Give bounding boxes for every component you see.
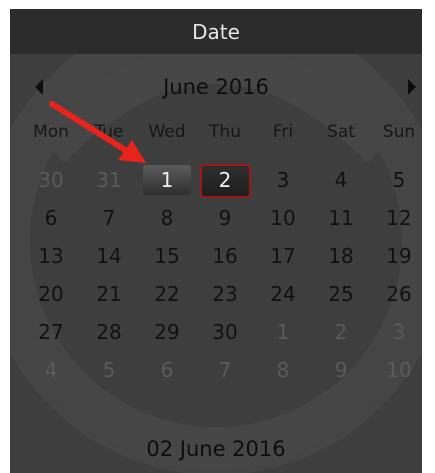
- day-number: 16: [212, 244, 238, 268]
- day-cell[interactable]: 21: [80, 275, 138, 313]
- day-number: 6: [44, 206, 58, 230]
- weekday-label: Wed: [148, 122, 186, 142]
- day-cell[interactable]: 23: [196, 275, 254, 313]
- day-cell[interactable]: 31: [80, 161, 138, 199]
- day-number: 15: [154, 244, 180, 268]
- day-cell[interactable]: 29: [138, 313, 196, 351]
- day-number: 26: [386, 282, 412, 306]
- day-cell[interactable]: 25: [312, 275, 370, 313]
- day-cell[interactable]: 6: [22, 199, 80, 237]
- selected-date-label: 02 June 2016: [146, 437, 286, 461]
- day-cell[interactable]: 15: [138, 237, 196, 275]
- day-number: 19: [386, 244, 412, 268]
- day-number: 18: [328, 244, 354, 268]
- dialog-title: Date: [10, 9, 422, 54]
- day-cell[interactable]: 9: [196, 199, 254, 237]
- day-cell[interactable]: 11: [312, 199, 370, 237]
- day-number: 10: [270, 206, 296, 230]
- weekday-label: Sun: [382, 122, 416, 142]
- day-cell[interactable]: 5: [80, 351, 138, 389]
- day-number: 7: [218, 358, 232, 382]
- day-cell[interactable]: 19: [370, 237, 422, 275]
- day-number: 1: [160, 168, 174, 192]
- day-cell[interactable]: 5: [370, 161, 422, 199]
- day-number: 17: [270, 244, 296, 268]
- day-number: 13: [38, 244, 64, 268]
- day-number: 22: [154, 282, 180, 306]
- day-cell[interactable]: 4: [312, 161, 370, 199]
- day-number: 12: [386, 206, 412, 230]
- day-cell[interactable]: 12: [370, 199, 422, 237]
- day-cell[interactable]: 22: [138, 275, 196, 313]
- day-cell[interactable]: 8: [138, 199, 196, 237]
- day-number: 6: [160, 358, 174, 382]
- weekday-label: Mon: [33, 122, 69, 142]
- triangle-right-icon[interactable]: [408, 79, 416, 95]
- day-number: 9: [334, 358, 348, 382]
- date-picker-dialog: Date June 2016 Mon Tue Wed Thu Fri Sat S…: [10, 9, 422, 473]
- day-cell[interactable]: 18: [312, 237, 370, 275]
- day-cell[interactable]: 10: [254, 199, 312, 237]
- day-cell[interactable]: 13: [22, 237, 80, 275]
- day-cell[interactable]: 7: [80, 199, 138, 237]
- day-cell[interactable]: 2: [312, 313, 370, 351]
- day-number: 21: [96, 282, 122, 306]
- day-number: 7: [102, 206, 116, 230]
- day-number: 28: [96, 320, 122, 344]
- day-cell[interactable]: 14: [80, 237, 138, 275]
- selected-day-cell[interactable]: 2: [196, 161, 254, 199]
- weekday-header: Mon Tue Wed Thu Fri Sat Sun: [22, 116, 422, 148]
- day-number: 4: [44, 358, 58, 382]
- day-number: 25: [328, 282, 354, 306]
- day-number: 30: [38, 168, 64, 192]
- day-number: 5: [392, 168, 406, 192]
- day-cell[interactable]: 24: [254, 275, 312, 313]
- day-number: 29: [154, 320, 180, 344]
- day-number: 8: [276, 358, 290, 382]
- day-cell[interactable]: 9: [312, 351, 370, 389]
- day-cell[interactable]: 3: [370, 313, 422, 351]
- day-cell[interactable]: 16: [196, 237, 254, 275]
- day-cell[interactable]: 28: [80, 313, 138, 351]
- day-number: 2: [218, 168, 232, 192]
- day-cell[interactable]: 30: [196, 313, 254, 351]
- day-number: 31: [96, 168, 122, 192]
- day-cell[interactable]: 10: [370, 351, 422, 389]
- day-cell[interactable]: 4: [22, 351, 80, 389]
- day-number: 1: [276, 320, 290, 344]
- weekday-label: Sat: [327, 122, 355, 142]
- day-cell[interactable]: 17: [254, 237, 312, 275]
- day-cell[interactable]: 6: [138, 351, 196, 389]
- day-cell[interactable]: 30: [22, 161, 80, 199]
- weekday-label: Fri: [272, 122, 294, 142]
- weekday-label: Tue: [94, 122, 124, 142]
- day-cell[interactable]: 3: [254, 161, 312, 199]
- day-number: 14: [96, 244, 122, 268]
- day-grid: 30 31 1 2 3 4 5 6 7 8 9 10 11 12 13 14 15 16 17 18 19 20 21 22 2…: [22, 161, 422, 389]
- day-number: 23: [212, 282, 238, 306]
- day-number: 24: [270, 282, 296, 306]
- month-label[interactable]: June 2016: [10, 71, 422, 103]
- day-number: 9: [218, 206, 232, 230]
- day-number: 3: [392, 320, 406, 344]
- day-cell[interactable]: 7: [196, 351, 254, 389]
- day-number: 8: [160, 206, 174, 230]
- day-number: 11: [328, 206, 354, 230]
- day-cell[interactable]: 26: [370, 275, 422, 313]
- day-number: 30: [212, 320, 238, 344]
- day-number: 3: [276, 168, 290, 192]
- day-number: 20: [38, 282, 64, 306]
- day-number: 27: [38, 320, 64, 344]
- day-cell[interactable]: 27: [22, 313, 80, 351]
- day-number: 10: [386, 358, 412, 382]
- day-number: 5: [102, 358, 116, 382]
- weekday-label: Thu: [209, 122, 241, 142]
- day-cell[interactable]: 1: [254, 313, 312, 351]
- month-navigation: June 2016: [10, 71, 422, 105]
- day-cell[interactable]: 20: [22, 275, 80, 313]
- today-day-cell[interactable]: 1: [138, 161, 196, 199]
- day-number: 4: [334, 168, 348, 192]
- day-number: 2: [334, 320, 348, 344]
- day-cell[interactable]: 8: [254, 351, 312, 389]
